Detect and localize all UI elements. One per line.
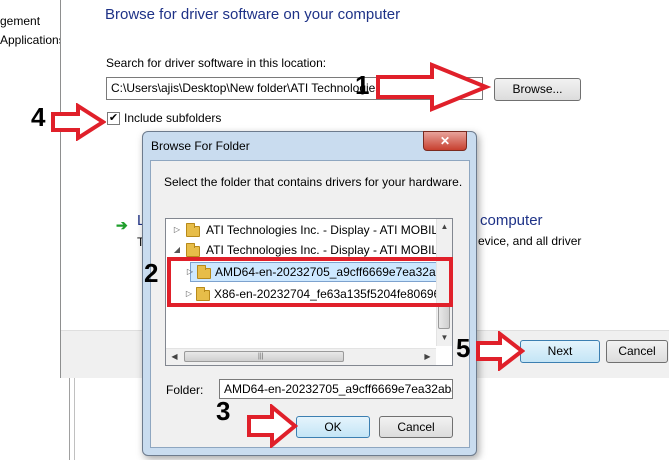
ok-button[interactable]: OK: [296, 416, 370, 438]
close-icon[interactable]: ✕: [423, 131, 467, 151]
search-location-label: Search for driver software in this locat…: [106, 56, 327, 70]
left-panel-line-management: gement: [0, 14, 41, 28]
horizontal-scroll-thumb[interactable]: [184, 351, 344, 362]
step-number-5: 5: [456, 333, 471, 363]
step-number-2: 2: [144, 258, 159, 288]
folder-label: Folder:: [166, 383, 204, 397]
folder-name-input[interactable]: AMD64-en-20232705_a9cff6669e7ea32aba78f: [219, 379, 453, 399]
folder-icon: [186, 223, 200, 237]
selection-highlight-box: [167, 257, 453, 307]
red-arrow-icon-step3: [247, 404, 298, 448]
left-panel-line-applications[interactable]: Applications: [0, 33, 65, 47]
scroll-right-icon[interactable]: ▶: [420, 349, 435, 364]
red-arrow-icon-step1: [376, 62, 492, 112]
folder-icon: [186, 243, 200, 257]
step-number-3: 3: [216, 396, 231, 426]
red-arrow-icon-step4: [51, 103, 106, 141]
vertical-scroll-thumb[interactable]: [438, 305, 450, 329]
tree-item-label: ATI Technologies Inc. - Display - ATI MO…: [206, 223, 439, 237]
pick-list-option-desc-end: evice, and all driver: [478, 234, 582, 248]
step-number-1: 1: [355, 70, 370, 100]
dialog-instruction: Select the folder that contains drivers …: [164, 175, 463, 189]
scroll-grip-icon: |||: [258, 353, 264, 360]
next-button[interactable]: Next: [520, 340, 600, 363]
scroll-down-icon[interactable]: ▼: [437, 330, 452, 346]
expand-icon[interactable]: ▷: [172, 220, 182, 240]
scroll-left-icon[interactable]: ◀: [167, 349, 182, 364]
include-subfolders-label[interactable]: Include subfolders: [124, 111, 221, 125]
tree-item-ati-1[interactable]: ▷ ATI Technologies Inc. - Display - ATI …: [170, 220, 440, 240]
include-subfolders-checkbox[interactable]: ✔: [107, 112, 120, 125]
red-arrow-icon-step5: [476, 331, 525, 371]
scroll-up-icon[interactable]: ▲: [437, 219, 452, 235]
green-arrow-icon: ➔: [116, 217, 128, 233]
dialog-cancel-button[interactable]: Cancel: [379, 416, 453, 438]
dialog-title: Browse For Folder: [151, 139, 250, 153]
browse-button[interactable]: Browse...: [494, 78, 581, 101]
pick-list-option-title-end[interactable]: computer: [480, 212, 543, 229]
wizard-cancel-button[interactable]: Cancel: [606, 340, 668, 363]
wizard-title: Browse for driver software on your compu…: [105, 6, 401, 23]
step-number-4: 4: [31, 102, 46, 132]
left-divider: [74, 375, 75, 460]
